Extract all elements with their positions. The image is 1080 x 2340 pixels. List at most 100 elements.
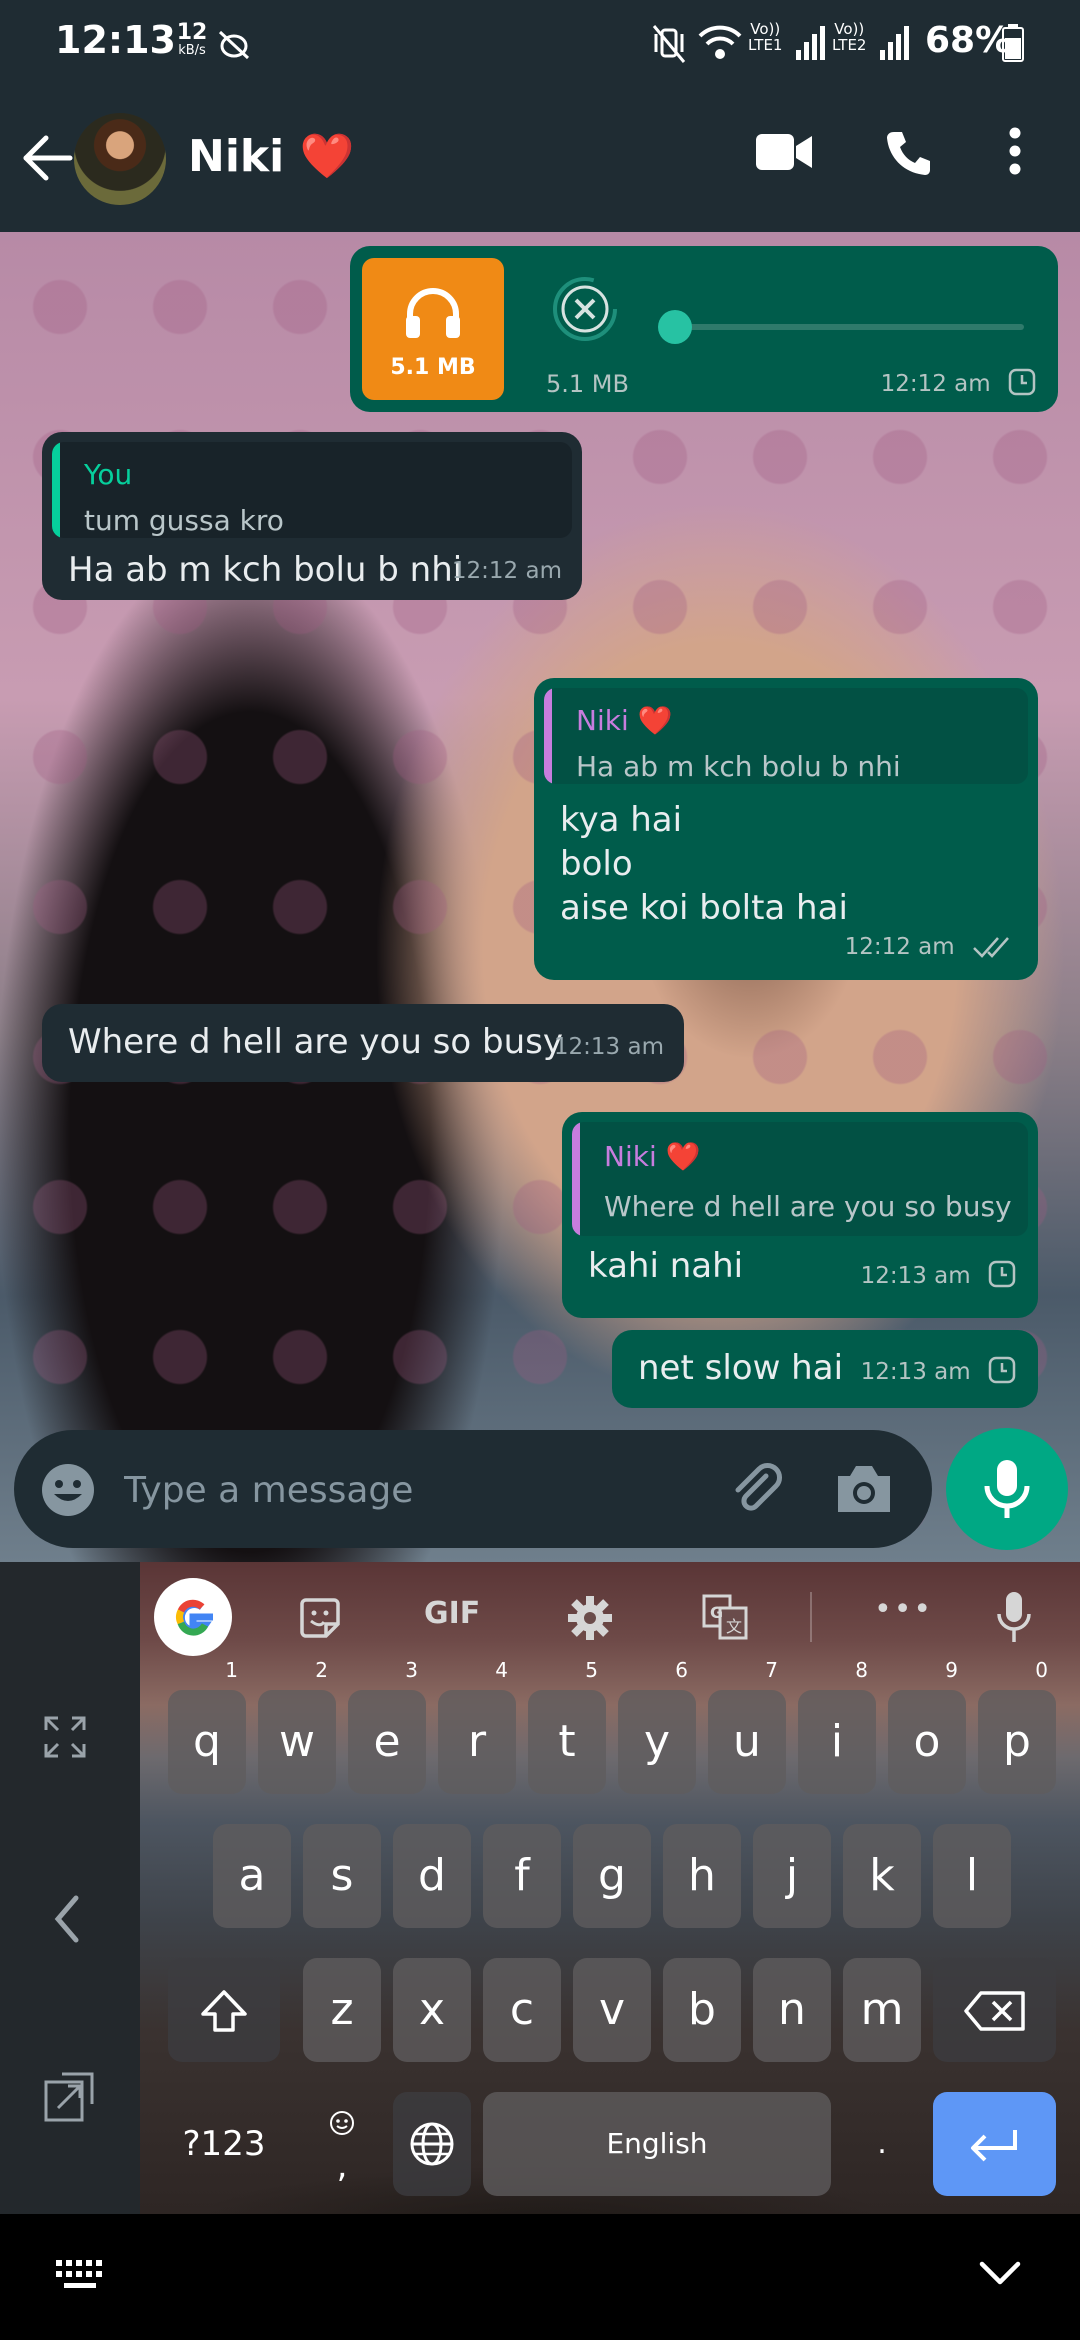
backspace-key[interactable] — [933, 1958, 1056, 2062]
message-meta: 12:12 am — [881, 368, 1036, 397]
keyboard-keys-area: GIF G 文 ••• q 1 w 2 e 3 r 4 t 5 y 6 u 7 … — [140, 1562, 1080, 2214]
contact-name[interactable]: Niki ❤️ — [188, 130, 354, 182]
gif-button[interactable]: GIF — [424, 1596, 480, 1631]
audio-thumb-size: 5.1 MB — [390, 355, 476, 380]
key-v[interactable]: v — [573, 1958, 651, 2062]
message-text: kya hai bolo aise koi bolta hai — [560, 800, 848, 928]
key-x[interactable]: x — [393, 1958, 471, 2062]
camera-icon[interactable] — [834, 1462, 894, 1516]
key-l[interactable]: l — [933, 1824, 1011, 1928]
quote-bar — [544, 688, 552, 784]
quote-author: Niki ❤️ — [604, 1140, 701, 1173]
voice-record-button[interactable] — [946, 1428, 1068, 1550]
voice-input-mic-icon[interactable] — [996, 1590, 1032, 1646]
more-tools-icon[interactable]: ••• — [874, 1592, 933, 1627]
wifi-icon — [698, 25, 742, 59]
key-t[interactable]: t5 — [528, 1660, 606, 1794]
key-z[interactable]: z — [303, 1958, 381, 2062]
pending-clock-icon — [988, 1260, 1016, 1288]
network-speed: 12 kB/s — [172, 22, 212, 58]
heart-emoji: ❤️ — [299, 131, 355, 182]
signal-sim1-icon — [796, 26, 825, 60]
key-b[interactable]: b — [663, 1958, 741, 2062]
microphone-icon — [984, 1460, 1030, 1518]
shift-key[interactable] — [168, 1958, 280, 2062]
message-bubble-outgoing[interactable]: Niki ❤️ Where d hell are you so busy kah… — [562, 1112, 1038, 1318]
cancel-download-icon[interactable] — [550, 274, 620, 344]
toolbar-divider — [810, 1592, 812, 1642]
quoted-message[interactable]: Niki ❤️ Ha ab m kch bolu b nhi — [544, 688, 1028, 784]
message-time: 12:13 am — [860, 1263, 971, 1289]
sticker-icon[interactable] — [298, 1596, 342, 1640]
key-f[interactable]: f — [483, 1824, 561, 1928]
key-o[interactable]: o9 — [888, 1660, 966, 1794]
key-c[interactable]: c — [483, 1958, 561, 2062]
key-r[interactable]: r4 — [438, 1660, 516, 1794]
key-y[interactable]: y6 — [618, 1660, 696, 1794]
quoted-message[interactable]: Niki ❤️ Where d hell are you so busy — [572, 1122, 1028, 1236]
audio-seek-track[interactable] — [674, 324, 1024, 330]
message-bubble-audio[interactable]: 5.1 MB 5.1 MB 12:12 am — [350, 246, 1058, 412]
google-search-button[interactable] — [154, 1578, 232, 1656]
quoted-message[interactable]: You tum gussa kro — [52, 442, 572, 538]
message-composer — [14, 1430, 932, 1548]
audio-seek-knob[interactable] — [658, 310, 692, 344]
voice-call-icon[interactable] — [884, 128, 934, 178]
emoji-comma-key[interactable]: , — [303, 2092, 381, 2196]
message-text: kahi nahi — [588, 1246, 744, 1286]
attachment-paperclip-icon[interactable] — [726, 1458, 786, 1518]
key-g[interactable]: g — [573, 1824, 651, 1928]
contact-avatar[interactable] — [74, 113, 166, 205]
key-h[interactable]: h — [663, 1824, 741, 1928]
svg-text:G: G — [710, 1603, 723, 1622]
google-g-icon — [176, 1599, 213, 1636]
key-u[interactable]: u7 — [708, 1660, 786, 1794]
message-time: 12:12 am — [880, 371, 991, 397]
message-time: 12:12 am — [451, 558, 562, 584]
symbols-key[interactable]: ?123 — [168, 2092, 280, 2196]
video-call-icon[interactable] — [756, 132, 812, 172]
quote-author: Niki ❤️ — [576, 704, 673, 737]
pending-clock-icon — [1008, 368, 1036, 396]
chevron-left-icon[interactable] — [52, 1894, 82, 1944]
enter-key[interactable] — [933, 2092, 1056, 2196]
key-i[interactable]: i8 — [798, 1660, 876, 1794]
key-n[interactable]: n — [753, 1958, 831, 2062]
message-time: 12:13 am — [860, 1359, 971, 1385]
key-w[interactable]: w2 — [258, 1660, 336, 1794]
status-time: 12:13 — [55, 18, 176, 62]
key-p[interactable]: p0 — [978, 1660, 1056, 1794]
expand-keyboard-icon[interactable] — [42, 1714, 88, 1760]
keyboard-switcher-icon[interactable] — [54, 2258, 110, 2292]
message-bubble-outgoing[interactable]: net slow hai 12:13 am — [612, 1330, 1038, 1408]
hide-keyboard-chevron-down-icon[interactable] — [978, 2260, 1022, 2288]
space-bar[interactable]: English — [483, 2092, 831, 2196]
floating-keyboard-icon[interactable] — [42, 2070, 96, 2124]
message-bubble-incoming[interactable]: Where d hell are you so busy 12:13 am — [42, 1004, 684, 1082]
settings-gear-icon[interactable] — [566, 1594, 614, 1642]
battery-percentage: 68% — [925, 20, 1012, 61]
key-m[interactable]: m — [843, 1958, 921, 2062]
message-input[interactable] — [124, 1460, 684, 1520]
double-tick-icon — [973, 937, 1009, 958]
message-meta: 12:13 am — [861, 1356, 1016, 1385]
translate-icon[interactable]: G 文 — [702, 1594, 748, 1640]
back-arrow-icon[interactable] — [18, 128, 78, 188]
more-options-icon[interactable] — [1008, 126, 1022, 176]
notification-muted-icon — [218, 30, 250, 60]
chat-header: Niki ❤️ — [0, 86, 1080, 232]
language-switch-key[interactable] — [393, 2092, 471, 2196]
key-a[interactable]: a — [213, 1824, 291, 1928]
emoji-icon[interactable] — [40, 1462, 96, 1518]
period-key[interactable]: . — [843, 2092, 921, 2196]
key-k[interactable]: k — [843, 1824, 921, 1928]
quote-text: tum gussa kro — [84, 504, 284, 537]
audio-thumbnail[interactable]: 5.1 MB — [362, 258, 504, 400]
key-q[interactable]: q1 — [168, 1660, 246, 1794]
key-e[interactable]: e3 — [348, 1660, 426, 1794]
message-bubble-outgoing[interactable]: Niki ❤️ Ha ab m kch bolu b nhi kya hai b… — [534, 678, 1038, 980]
key-s[interactable]: s — [303, 1824, 381, 1928]
key-d[interactable]: d — [393, 1824, 471, 1928]
key-j[interactable]: j — [753, 1824, 831, 1928]
message-bubble-incoming[interactable]: You tum gussa kro Ha ab m kch bolu b nhi… — [42, 432, 582, 600]
